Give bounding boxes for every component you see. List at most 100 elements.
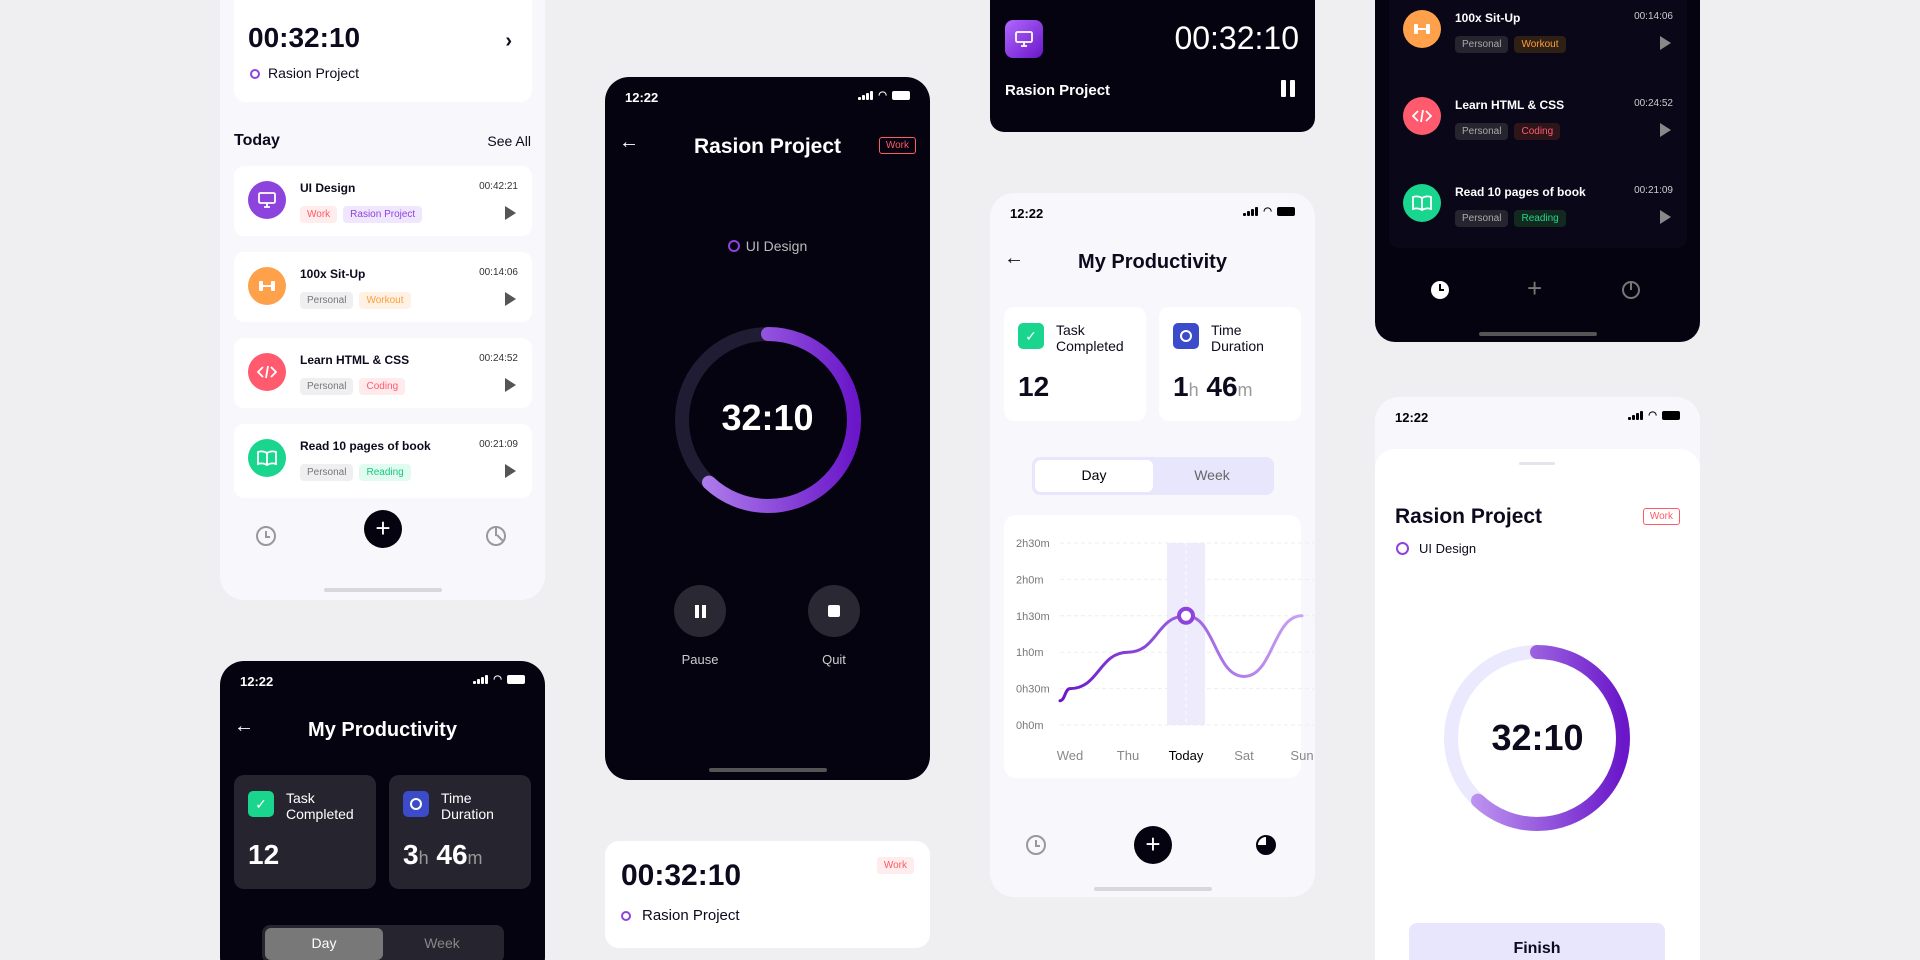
wifi-icon: ◠ bbox=[878, 90, 887, 101]
tag: Coding bbox=[1514, 123, 1561, 140]
x-tick-label: Sun bbox=[1290, 748, 1313, 763]
time-duration-value: 1h 46m bbox=[1173, 371, 1253, 402]
timer-value: 32:10 bbox=[1491, 717, 1584, 758]
task-time: 00:14:06 bbox=[479, 267, 518, 278]
pie-chart-icon[interactable] bbox=[1622, 281, 1640, 299]
task-name: UI Design bbox=[300, 181, 356, 195]
clock-icon[interactable] bbox=[256, 526, 276, 546]
status-time: 12:22 bbox=[1395, 410, 1429, 425]
task-completed-card: ✓ Task Completed 12 bbox=[234, 775, 376, 889]
task-item[interactable]: 100x Sit-Up 00:14:06 Personal Workout bbox=[234, 252, 532, 322]
tag: Workout bbox=[1514, 36, 1566, 53]
pause-label: Pause bbox=[681, 652, 719, 667]
chart-panel: 2h30m 2h0m 1h30m 1h0m 0h30m 0h0m Wed Thu Today Sa… bbox=[1004, 515, 1314, 778]
tag: Personal bbox=[300, 378, 354, 395]
circle-icon bbox=[250, 69, 260, 79]
check-icon: ✓ bbox=[248, 791, 274, 817]
code-icon bbox=[248, 353, 286, 391]
play-icon[interactable] bbox=[505, 464, 516, 478]
chevron-right-icon[interactable]: › bbox=[505, 30, 512, 53]
quit-button[interactable] bbox=[808, 585, 860, 637]
play-icon[interactable] bbox=[505, 378, 516, 392]
finish-button[interactable]: Finish bbox=[1409, 923, 1665, 960]
y-tick-label: 2h0m bbox=[1016, 574, 1044, 586]
add-button[interactable]: + bbox=[1134, 826, 1172, 864]
y-tick-label: 1h30m bbox=[1016, 611, 1050, 623]
tag: Coding bbox=[359, 378, 406, 395]
tab-day[interactable]: Day bbox=[265, 928, 383, 960]
today-list-card: 00:32:10 › Rasion Project Today See All … bbox=[220, 0, 545, 600]
tab-week[interactable]: Week bbox=[383, 928, 501, 960]
play-icon[interactable] bbox=[505, 292, 516, 306]
monitor-icon bbox=[248, 181, 286, 219]
period-toggle: Day Week bbox=[1032, 457, 1274, 495]
stopwatch-icon bbox=[1173, 323, 1199, 349]
tag: Work bbox=[300, 206, 338, 223]
task-name: Learn HTML & CSS bbox=[300, 353, 410, 367]
task-time: 00:14:06 bbox=[1634, 11, 1673, 22]
task-item[interactable]: Learn HTML & CSS 00:24:52 Personal Coding bbox=[234, 338, 532, 408]
task-completed-value: 12 bbox=[248, 839, 280, 870]
dumbbell-icon bbox=[248, 267, 286, 305]
pie-chart-icon[interactable] bbox=[486, 526, 506, 546]
tag: Reading bbox=[359, 464, 411, 481]
tag: Reading bbox=[1514, 210, 1566, 227]
running-timer-widget[interactable]: 00:32:10 › Rasion Project bbox=[234, 0, 532, 102]
circle-icon bbox=[621, 911, 631, 921]
home-indicator bbox=[709, 768, 827, 772]
task-name: 100x Sit-Up bbox=[300, 267, 366, 281]
bottom-sheet: Rasion Project Work UI Design 32:10 Fini… bbox=[1375, 449, 1700, 960]
status-time: 12:22 bbox=[625, 90, 659, 105]
productivity-chart: 2h30m 2h0m 1h30m 1h0m 0h30m 0h0m Wed Thu Today Sa… bbox=[1016, 538, 1314, 763]
tab-day[interactable]: Day bbox=[1035, 460, 1153, 492]
task-item[interactable]: Read 10 pages of book 00:21:09 Personal R… bbox=[1389, 174, 1687, 244]
status-time: 12:22 bbox=[240, 674, 274, 689]
task-name: Read 10 pages of book bbox=[300, 439, 431, 453]
task-list-dark-card: 100x Sit-Up 00:14:06 Personal Workout Lea… bbox=[1375, 0, 1700, 342]
tab-week[interactable]: Week bbox=[1153, 460, 1271, 492]
y-tick-label: 0h30m bbox=[1016, 684, 1050, 696]
task-item[interactable]: Read 10 pages of book 00:21:09 Personal R… bbox=[234, 424, 532, 498]
battery-icon bbox=[1277, 207, 1295, 216]
monitor-icon bbox=[1005, 20, 1043, 58]
play-icon[interactable] bbox=[1660, 123, 1671, 137]
page-title: My Productivity bbox=[1078, 251, 1227, 273]
today-heading: Today bbox=[234, 132, 280, 149]
running-project: Rasion Project bbox=[268, 65, 360, 81]
pause-button[interactable] bbox=[674, 585, 726, 637]
x-tick-label: Today bbox=[1169, 748, 1204, 763]
timer-widget-light[interactable]: 00:32:10 Work Rasion Project bbox=[605, 841, 930, 948]
y-tick-label: 2h30m bbox=[1016, 538, 1050, 550]
task-completed-card: ✓ Task Completed 12 bbox=[1004, 307, 1146, 421]
light-timer-card: 12:22 ◠ Rasion Project Work UI Design 32… bbox=[1375, 397, 1700, 960]
time-duration-label: Time Duration bbox=[1211, 322, 1264, 354]
play-icon[interactable] bbox=[505, 206, 516, 220]
dark-timer-card: 12:22 ◠ ← Rasion Project Work UI Design … bbox=[605, 77, 930, 780]
task-name: Learn HTML & CSS bbox=[1455, 98, 1565, 112]
pie-chart-icon[interactable] bbox=[1256, 835, 1276, 855]
pause-icon[interactable] bbox=[1281, 80, 1295, 97]
task-time: 00:21:09 bbox=[479, 439, 518, 450]
play-icon[interactable] bbox=[1660, 210, 1671, 224]
y-tick-label: 0h0m bbox=[1016, 720, 1044, 732]
home-indicator bbox=[1094, 887, 1212, 891]
clock-icon[interactable] bbox=[1026, 835, 1046, 855]
play-icon[interactable] bbox=[1660, 36, 1671, 50]
timer-widget-dark[interactable]: 00:32:10 Rasion Project bbox=[990, 0, 1315, 132]
add-icon[interactable]: + bbox=[1527, 273, 1542, 304]
data-point bbox=[1177, 606, 1195, 625]
widget-project: Rasion Project bbox=[1005, 82, 1111, 99]
see-all-link[interactable]: See All bbox=[487, 133, 531, 149]
task-completed-value: 12 bbox=[1018, 371, 1050, 402]
task-name: 100x Sit-Up bbox=[1455, 11, 1521, 25]
task-item[interactable]: UI Design 00:42:21 Work Rasion Project bbox=[234, 166, 532, 236]
add-button[interactable]: + bbox=[364, 510, 402, 548]
tag: Rasion Project bbox=[343, 206, 423, 223]
time-duration-card: Time Duration 1h 46m bbox=[1159, 307, 1301, 421]
home-indicator bbox=[1479, 332, 1597, 336]
clock-icon[interactable] bbox=[1431, 281, 1449, 299]
task-item[interactable]: Learn HTML & CSS 00:24:52 Personal Coding bbox=[1389, 87, 1687, 157]
task-item[interactable]: 100x Sit-Up 00:14:06 Personal Workout bbox=[1389, 0, 1687, 70]
page-title: My Productivity bbox=[308, 719, 457, 741]
current-task: UI Design bbox=[605, 238, 930, 254]
